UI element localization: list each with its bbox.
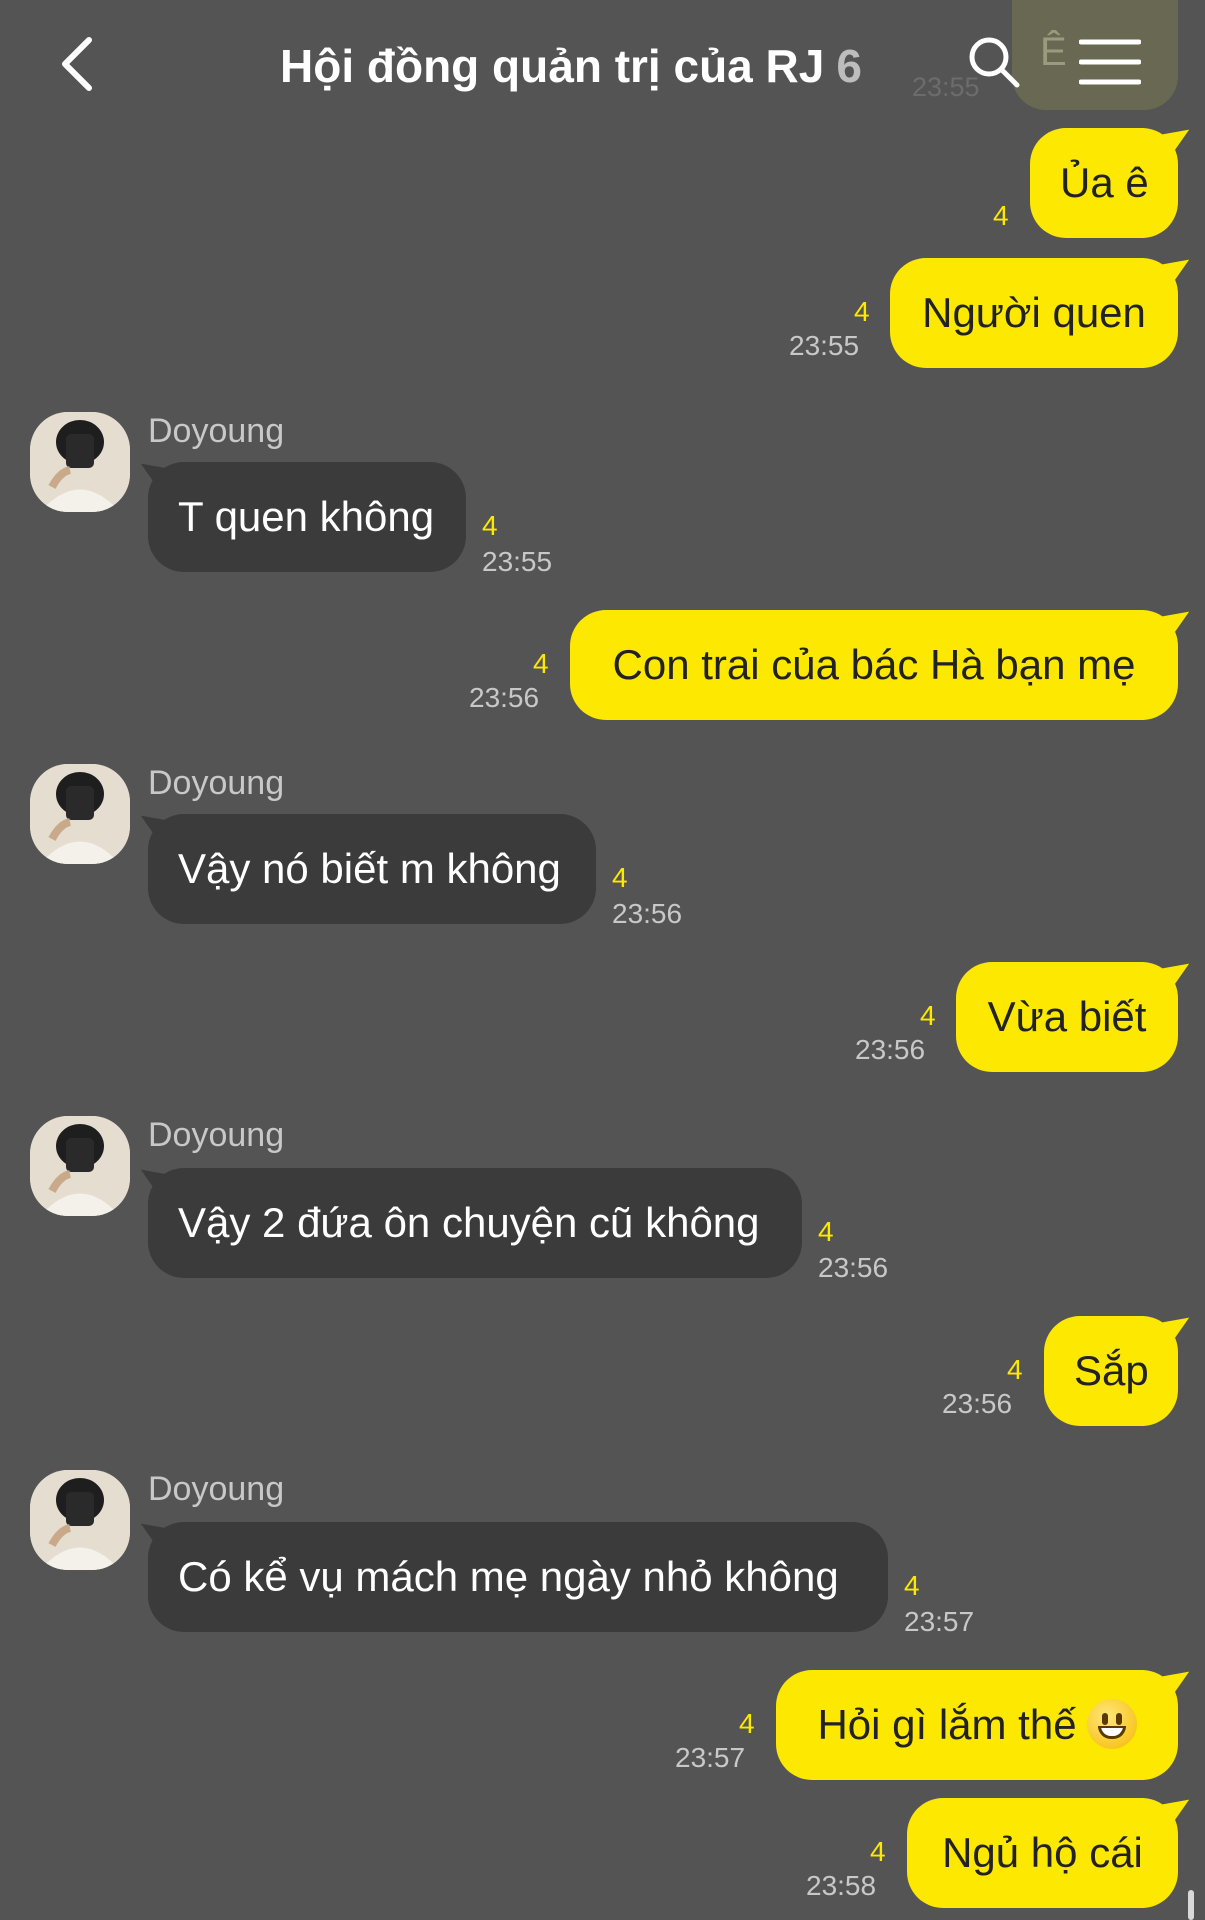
grinning-face-emoji-icon	[1086, 1698, 1137, 1749]
unread-count: 4	[818, 1216, 834, 1247]
chat-title-text: Hội đồng quản trị của RJ	[280, 40, 825, 92]
their-message-bubble[interactable]: Có kể vụ mách mẹ ngày nhỏ không	[148, 1522, 888, 1632]
chevron-left-icon	[62, 37, 92, 91]
sender-name: Doyoung	[148, 764, 285, 802]
menu-button[interactable]	[1075, 30, 1145, 94]
member-count: 6	[836, 40, 862, 92]
sender-name: Doyoung	[148, 1116, 285, 1154]
message-time: 23:58	[806, 1870, 877, 1901]
avatar[interactable]	[30, 1470, 130, 1570]
sender-name: Doyoung	[148, 1470, 285, 1508]
my-message-bubble[interactable]: Ủa ê	[1030, 128, 1178, 238]
unread-count: 4	[482, 510, 498, 541]
avatar[interactable]	[30, 412, 130, 512]
search-button[interactable]	[962, 30, 1026, 94]
message-time: 23:56	[469, 682, 540, 713]
unread-count: 4	[739, 1708, 755, 1739]
profile-photo-icon	[30, 412, 130, 512]
my-message-bubble[interactable]: Sắp	[1044, 1316, 1178, 1426]
message-text: Hỏi gì lắm thế	[817, 1701, 1077, 1748]
message-time: 23:55	[789, 330, 860, 361]
unread-count: 4	[1007, 1354, 1023, 1385]
message-time: 23:57	[904, 1606, 975, 1637]
unread-count: 4	[533, 648, 549, 679]
message-time: 23:56	[612, 898, 683, 929]
unread-count: 4	[920, 1000, 936, 1031]
unread-count: 4	[993, 200, 1009, 231]
their-message-bubble[interactable]: T quen không	[148, 462, 466, 572]
their-message-bubble[interactable]: Vậy nó biết m không	[148, 814, 596, 924]
chat-title: Hội đồng quản trị của RJ 6	[280, 36, 862, 96]
unread-count: 4	[904, 1570, 920, 1601]
unread-count: 4	[870, 1836, 886, 1867]
my-message-bubble[interactable]: Ngủ hộ cái	[907, 1798, 1178, 1908]
menu-icon	[1079, 39, 1141, 85]
chat-header: Hội đồng quản trị của RJ 6	[0, 0, 1205, 130]
message-time: 23:56	[818, 1252, 889, 1283]
their-message-bubble[interactable]: Vậy 2 đứa ôn chuyện cũ không	[148, 1168, 802, 1278]
search-icon	[969, 37, 1020, 88]
profile-photo-icon	[30, 1116, 130, 1216]
message-time: 23:56	[855, 1034, 926, 1065]
profile-photo-icon	[30, 1470, 130, 1570]
back-button[interactable]	[52, 34, 102, 94]
scrollbar[interactable]	[1188, 1890, 1194, 1920]
unread-count: 4	[854, 296, 870, 327]
my-message-bubble[interactable]: Hỏi gì lắm thế	[776, 1670, 1178, 1780]
avatar[interactable]	[30, 764, 130, 864]
unread-count: 4	[612, 862, 628, 893]
profile-photo-icon	[30, 764, 130, 864]
sender-name: Doyoung	[148, 412, 285, 450]
message-time: 23:56	[942, 1388, 1013, 1419]
my-message-bubble[interactable]: Người quen	[890, 258, 1178, 368]
message-time: 23:57	[675, 1742, 746, 1773]
my-message-bubble[interactable]: Vừa biết	[956, 962, 1178, 1072]
avatar[interactable]	[30, 1116, 130, 1216]
my-message-bubble[interactable]: Con trai của bác Hà bạn mẹ	[570, 610, 1178, 720]
message-time: 23:55	[482, 546, 553, 577]
